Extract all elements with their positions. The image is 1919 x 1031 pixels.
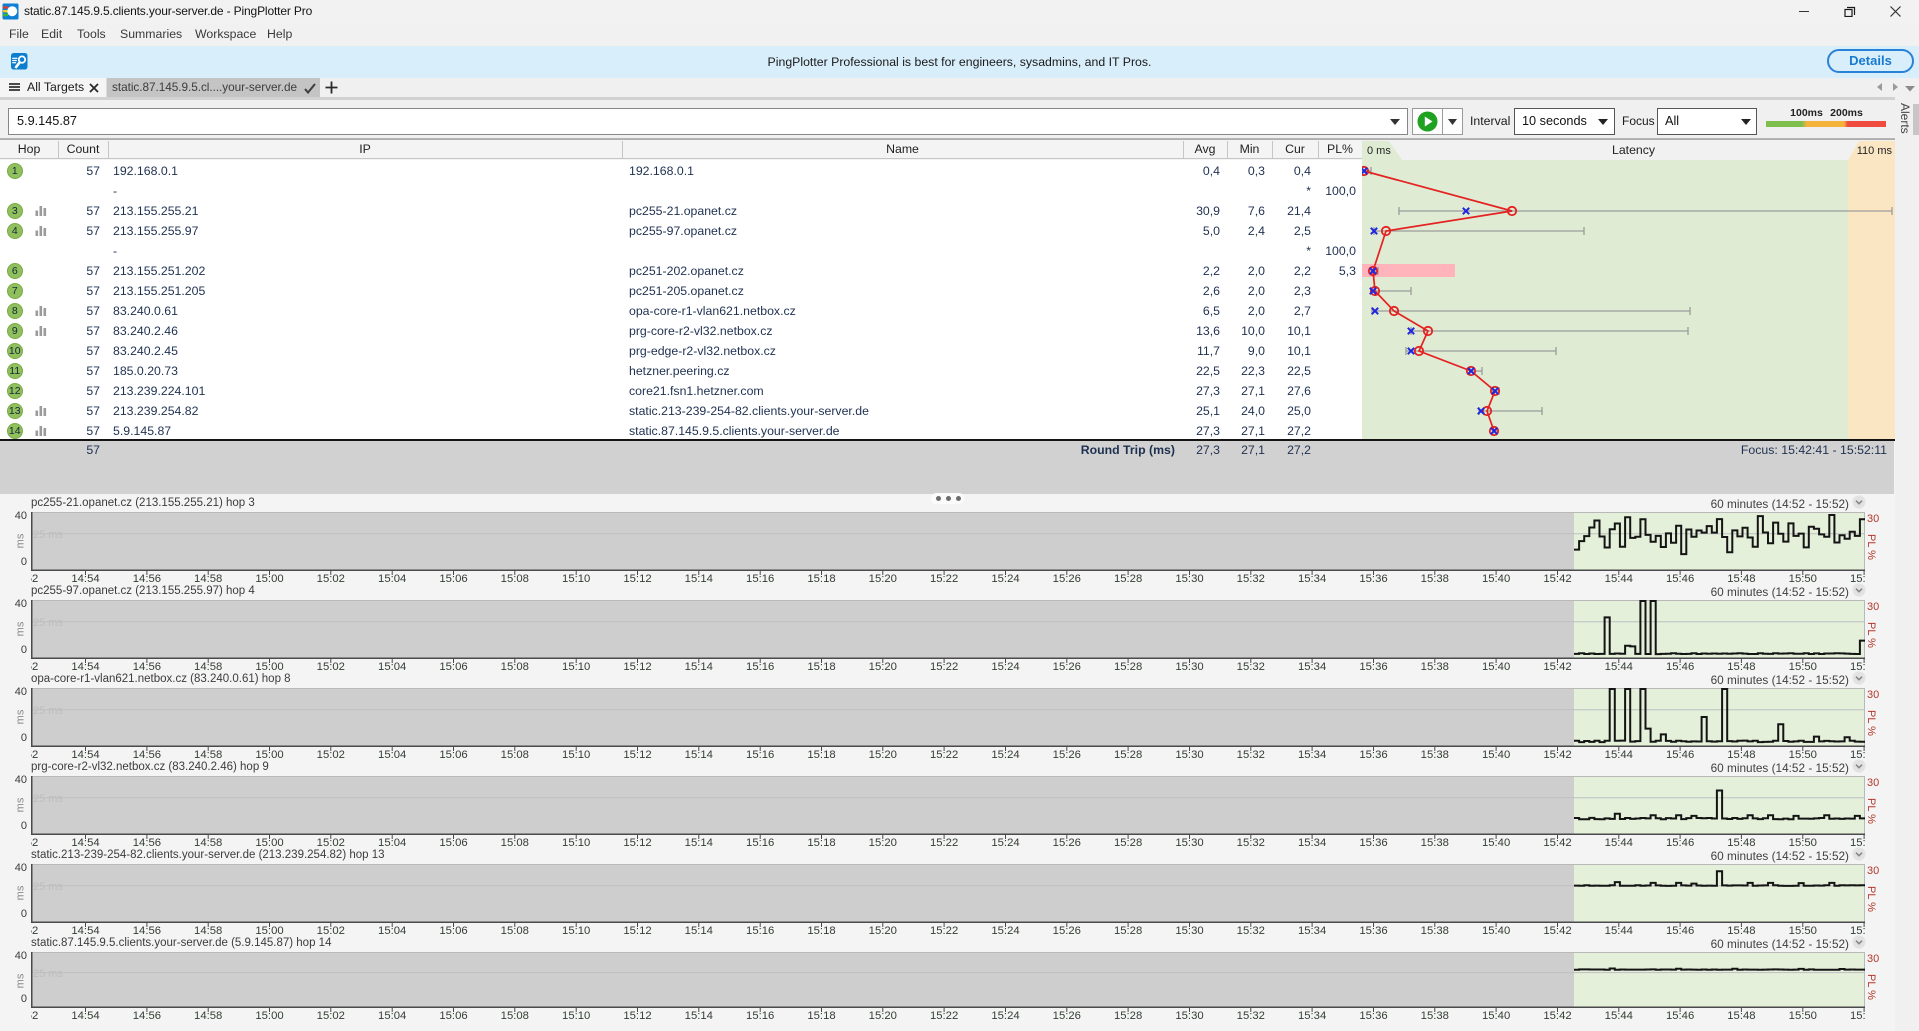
svg-text:25 ms: 25 ms (33, 881, 63, 893)
svg-text:25 ms: 25 ms (33, 529, 63, 541)
svg-text:25 ms: 25 ms (33, 705, 63, 717)
svg-text:25 ms: 25 ms (33, 793, 63, 805)
svg-text:0 ms: 0 ms (1367, 145, 1391, 157)
svg-text:110 ms: 110 ms (1857, 145, 1893, 157)
svg-text:25 ms: 25 ms (33, 968, 63, 980)
svg-text:Latency: Latency (1612, 143, 1656, 157)
svg-text:25 ms: 25 ms (33, 617, 63, 629)
